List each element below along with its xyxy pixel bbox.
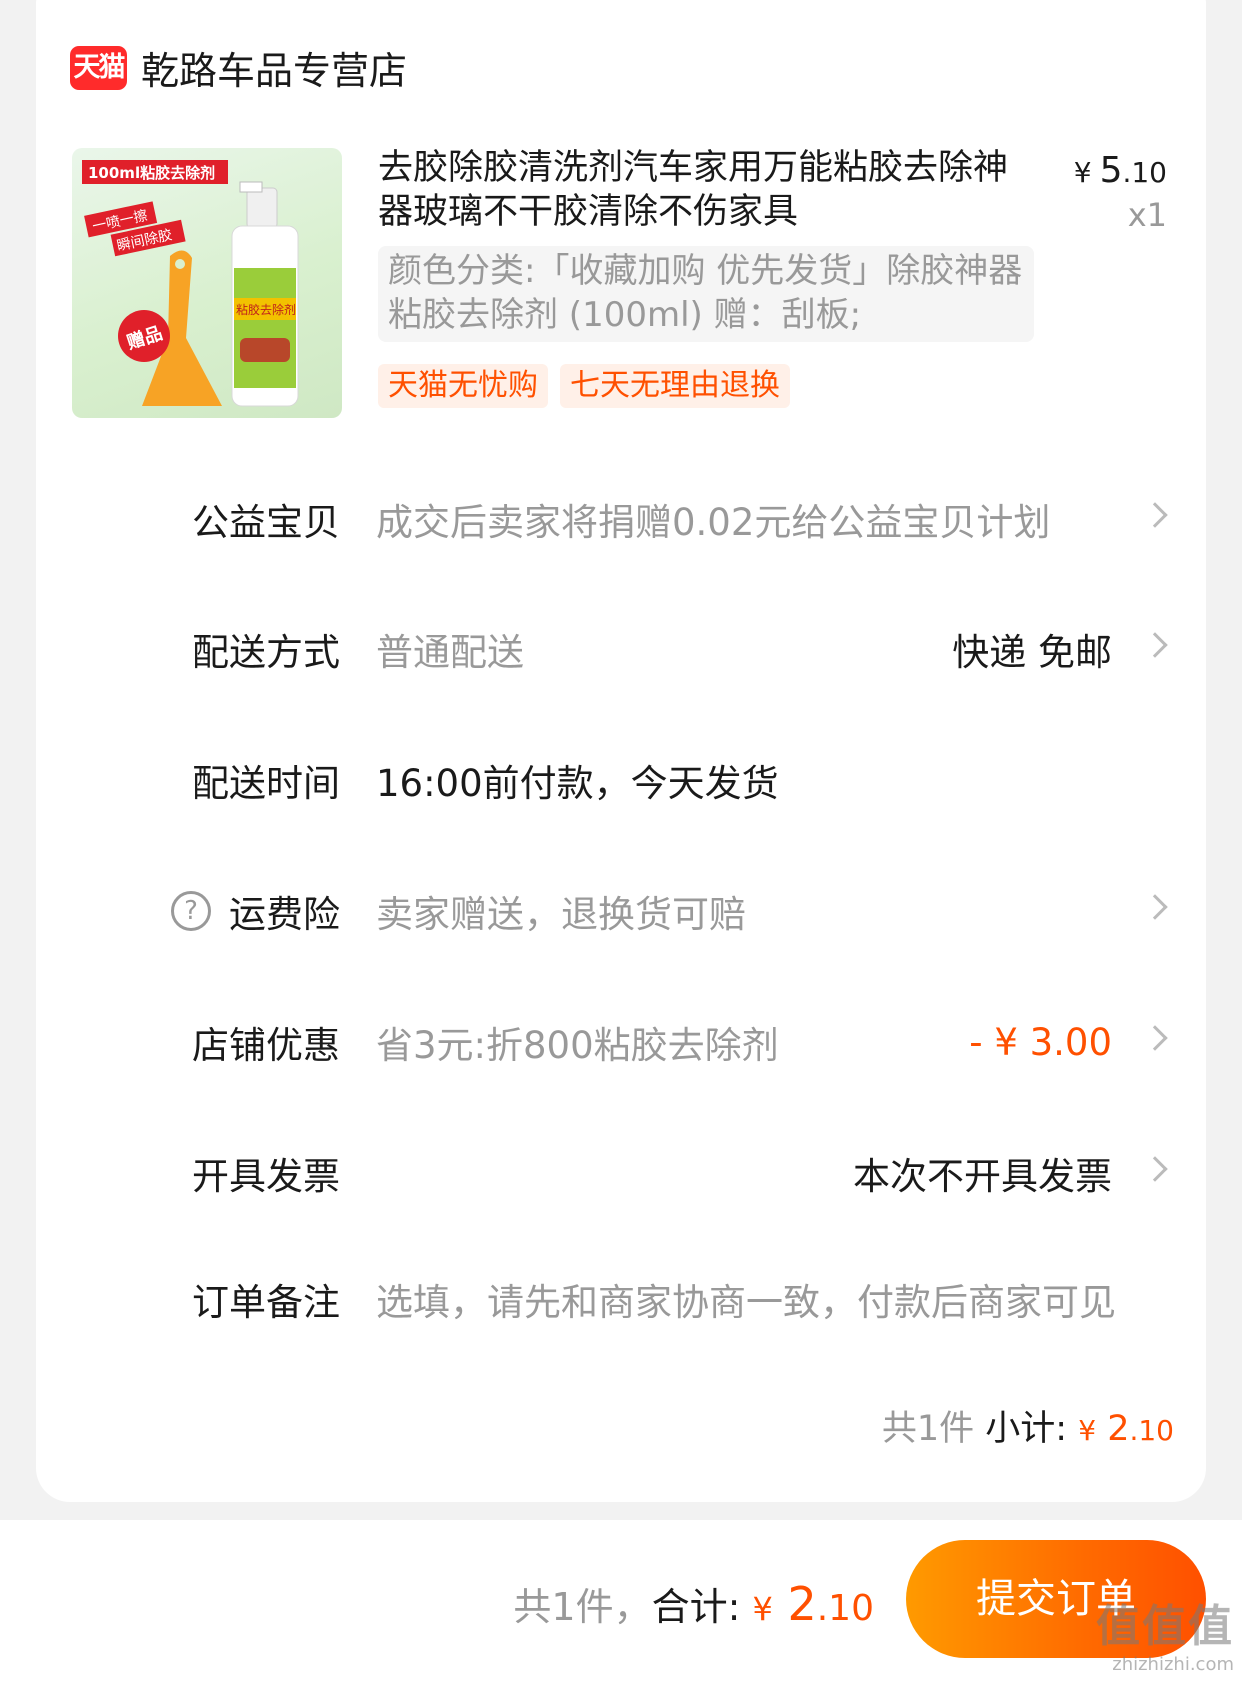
insurance-label-group: ? 运费险 <box>171 884 340 938</box>
price-integer: 5 <box>1099 150 1123 191</box>
total-currency: ¥ <box>752 1590 773 1628</box>
price-decimal: .10 <box>1122 156 1167 189</box>
product-spec[interactable]: 颜色分类:「收藏加购 优先发货」除胶神器 粘胶去除剂 (100ml) 赠：刮板; <box>378 246 1034 342</box>
subtotal-currency: ¥ <box>1078 1414 1097 1447</box>
row-delivery-method[interactable]: 配送方式 普通配送 快递 免邮 <box>0 614 1242 684</box>
note-input[interactable]: 选填，请先和商家协商一致，付款后商家可见 <box>376 1272 1116 1326</box>
store-name[interactable]: 乾路车品专营店 <box>141 40 407 95</box>
row-store-discount[interactable]: 店铺优惠 省3元:折800粘胶去除剂 - ¥ 3.00 <box>0 1007 1242 1077</box>
delivery-value: 普通配送 <box>376 631 524 674</box>
tag-seven-day-return: 七天无理由退换 <box>560 364 790 408</box>
product-illustration: 100ml粘胶去除剂 一喷一擦 瞬间除胶 赠品 粘胶去除剂 <box>82 160 299 407</box>
total-integer: 2 <box>772 1577 817 1631</box>
delivery-time-label: 配送时间 <box>192 762 340 805</box>
charity-label: 公益宝贝 <box>192 501 340 544</box>
total-amount: ¥ 2.10 <box>752 1577 874 1631</box>
delivery-right: 快递 免邮 <box>952 631 1112 674</box>
row-delivery-time: 配送时间 16:00前付款，今天发货 <box>0 745 1242 815</box>
tag-worry-free: 天猫无忧购 <box>378 364 548 408</box>
price-currency: ¥ <box>1073 156 1092 189</box>
delivery-time-value: 16:00前付款，今天发货 <box>376 762 779 805</box>
chevron-right-icon <box>1142 1025 1168 1051</box>
total-count: 共1件， <box>513 1585 652 1629</box>
subtotal-integer: 2 <box>1096 1409 1130 1449</box>
chevron-right-icon <box>1142 502 1168 528</box>
tmall-logo-icon: 天猫 <box>70 45 127 90</box>
row-shipping-insurance[interactable]: ? 运费险 卖家赠送，退换货可赔 <box>0 876 1242 946</box>
chevron-right-icon <box>1142 1156 1168 1182</box>
question-circle-icon[interactable]: ? <box>171 891 211 931</box>
product-image[interactable]: 100ml粘胶去除剂 一喷一擦 瞬间除胶 赠品 粘胶去除剂 <box>72 148 342 418</box>
subtotal-amount: ¥ 2.10 <box>1078 1409 1174 1449</box>
delivery-label: 配送方式 <box>192 631 340 674</box>
invoice-value: 本次不开具发票 <box>853 1155 1112 1198</box>
product-price: ¥5.10 <box>1074 150 1167 191</box>
subtotal-decimal: .10 <box>1129 1414 1174 1447</box>
service-tags: 天猫无忧购 七天无理由退换 <box>378 364 790 408</box>
total-label: 合计: <box>651 1585 741 1629</box>
row-charity[interactable]: 公益宝贝 成交后卖家将捐赠0.02元给公益宝贝计划 <box>0 484 1242 554</box>
watermark-logo: 值值值 <box>1096 1601 1234 1652</box>
chevron-right-icon <box>1142 632 1168 658</box>
subtotal: 共1件 小计: ¥ 2.10 <box>882 1400 1174 1451</box>
watermark: 值值值 zhizhizhi.com <box>1096 1590 1234 1675</box>
product-title[interactable]: 去胶除胶清洗剂汽车家用万能粘胶去除神器玻璃不干胶清除不伤家具 <box>378 146 1018 234</box>
chevron-right-icon <box>1142 894 1168 920</box>
discount-label: 店铺优惠 <box>192 1024 340 1067</box>
row-order-note[interactable]: 订单备注 选填，请先和商家协商一致，付款后商家可见 <box>0 1264 1242 1334</box>
order-total: 共1件，合计: ¥ 2.10 <box>513 1576 874 1631</box>
invoice-label: 开具发票 <box>192 1155 340 1198</box>
subtotal-count: 共1件 <box>881 1409 975 1449</box>
note-label: 订单备注 <box>192 1281 340 1324</box>
discount-amount: - ¥ 3.00 <box>969 1020 1112 1064</box>
discount-value: 省3元:折800粘胶去除剂 <box>376 1024 779 1067</box>
charity-value: 成交后卖家将捐赠0.02元给公益宝贝计划 <box>376 501 1051 544</box>
insurance-value: 卖家赠送，退换货可赔 <box>376 893 746 936</box>
store-header[interactable]: 天猫 乾路车品专营店 <box>70 40 407 95</box>
watermark-url: zhizhizhi.com <box>1112 1654 1234 1675</box>
total-decimal: .10 <box>816 1588 874 1629</box>
image-banner-text: 100ml粘胶去除剂 <box>88 164 215 182</box>
checkout-bar: 共1件，合计: ¥ 2.10 提交订单 <box>0 1520 1242 1681</box>
subtotal-label: 小计: <box>985 1409 1068 1449</box>
row-invoice[interactable]: 开具发票 本次不开具发票 <box>0 1138 1242 1208</box>
product-quantity: x1 <box>1127 196 1167 234</box>
image-bottle-label: 粘胶去除剂 <box>236 302 296 317</box>
insurance-label: 运费险 <box>229 893 340 936</box>
